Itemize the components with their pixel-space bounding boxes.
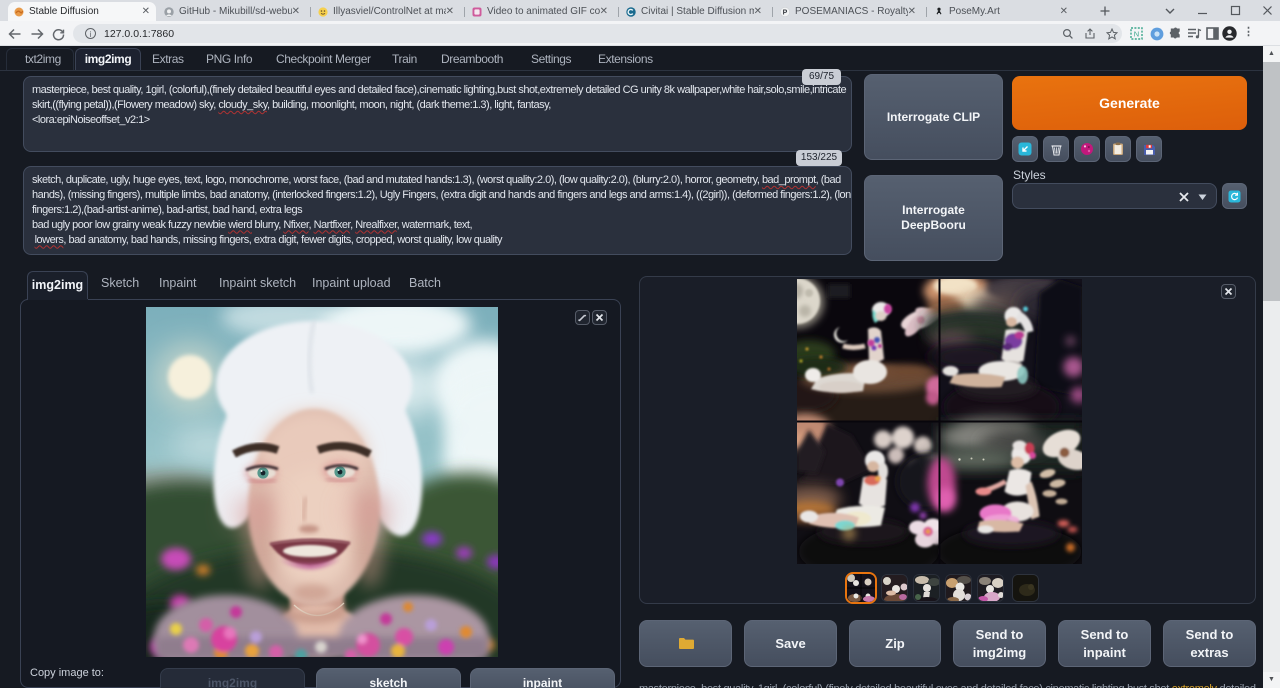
svg-text:P: P [783,9,788,16]
svg-text:N: N [1134,30,1139,39]
